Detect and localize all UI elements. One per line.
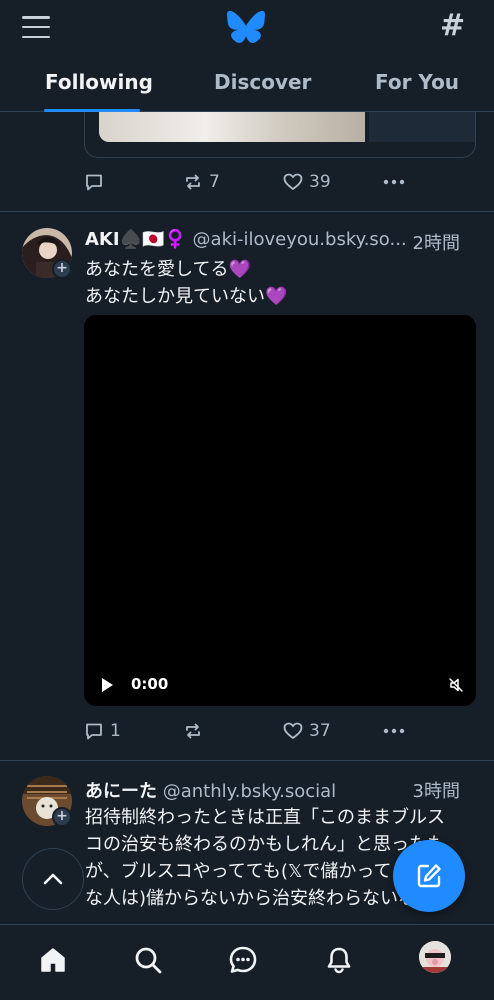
chevron-up-icon (43, 873, 63, 885)
display-name[interactable]: あにーた (85, 781, 157, 802)
previous-post-actions: 7 39 (84, 170, 414, 194)
like-count: 39 (309, 172, 331, 192)
follow-plus-icon[interactable]: + (52, 259, 72, 279)
repost-count: 7 (209, 172, 220, 192)
video-time: 0:00 (131, 675, 169, 693)
more-options-button[interactable] (383, 172, 405, 192)
menu-hamburger-icon[interactable] (22, 14, 50, 40)
like-button[interactable]: 37 (283, 721, 331, 741)
compose-post-button[interactable] (393, 840, 465, 912)
nav-notifications[interactable] (322, 943, 356, 977)
feed-tabs: Following Discover For You (0, 62, 494, 112)
play-icon[interactable] (100, 677, 114, 693)
post-divider (0, 211, 494, 212)
active-tab-indicator (44, 109, 140, 112)
more-dots-icon (383, 179, 405, 185)
repost-button[interactable]: 7 (183, 172, 220, 192)
nav-search[interactable] (131, 943, 165, 977)
scroll-to-top-button[interactable] (22, 848, 84, 910)
user-handle[interactable]: @anthly.bsky.social (163, 781, 336, 802)
compose-pencil-icon (417, 864, 441, 888)
post-header: あにーた @anthly.bsky.social 3時間 (85, 777, 477, 805)
mute-icon[interactable] (448, 677, 464, 693)
reply-button[interactable] (84, 172, 110, 192)
post-time[interactable]: 2時間 (408, 229, 460, 255)
previous-post-image-2[interactable] (369, 112, 475, 142)
display-name[interactable]: AKI♠️🇯🇵♀️ (85, 229, 187, 250)
post-divider (0, 760, 494, 761)
tab-following[interactable]: Following (45, 70, 153, 94)
post-actions: 1 37 (84, 719, 414, 743)
reply-button[interactable]: 1 (84, 721, 121, 741)
nav-profile-avatar[interactable] (419, 941, 451, 973)
reply-icon (86, 723, 102, 740)
bottom-navigation (0, 924, 494, 1000)
more-options-button[interactable] (383, 721, 405, 741)
repost-icon (186, 723, 200, 739)
like-button[interactable]: 39 (283, 172, 331, 192)
heart-icon (283, 173, 303, 190)
post-text-line: あなたを愛してる💜 (85, 259, 251, 280)
follow-plus-icon[interactable]: + (52, 807, 72, 827)
repost-button[interactable] (183, 721, 209, 741)
previous-post-media[interactable] (84, 112, 476, 158)
repost-icon (186, 174, 200, 190)
reply-count: 1 (110, 721, 121, 741)
nav-chat[interactable] (226, 943, 260, 977)
bluesky-butterfly-icon[interactable] (226, 10, 266, 46)
feeds-hash-icon[interactable]: # (440, 8, 465, 44)
top-bar: # Following Discover For You (0, 0, 494, 112)
chat-bubble-icon (229, 946, 257, 973)
post-time[interactable]: 3時間 (408, 777, 460, 803)
user-handle[interactable]: @aki-iloveyou.bsky.so... (193, 229, 407, 250)
post-text-line: 招待制終わったときは正直「このままブルス (85, 807, 445, 828)
more-dots-icon (383, 728, 405, 734)
tab-for-you[interactable]: For You (375, 70, 459, 94)
video-player[interactable]: 0:00 (84, 315, 476, 706)
tab-discover[interactable]: Discover (214, 70, 311, 94)
nav-home[interactable] (36, 943, 70, 977)
home-icon (41, 948, 65, 972)
post-text-line: あなたしか見ていない💜 (85, 286, 288, 307)
previous-post-image[interactable] (99, 112, 365, 142)
bell-icon (327, 947, 351, 974)
post-header: AKI♠️🇯🇵♀️ @aki-iloveyou.bsky.so... 2時間 (85, 229, 477, 257)
search-icon (135, 947, 162, 974)
like-count: 37 (309, 721, 331, 741)
heart-icon (283, 722, 303, 739)
reply-icon (86, 174, 102, 191)
post-text: あなたを愛してる💜 あなたしか見ていない💜 (85, 256, 477, 310)
